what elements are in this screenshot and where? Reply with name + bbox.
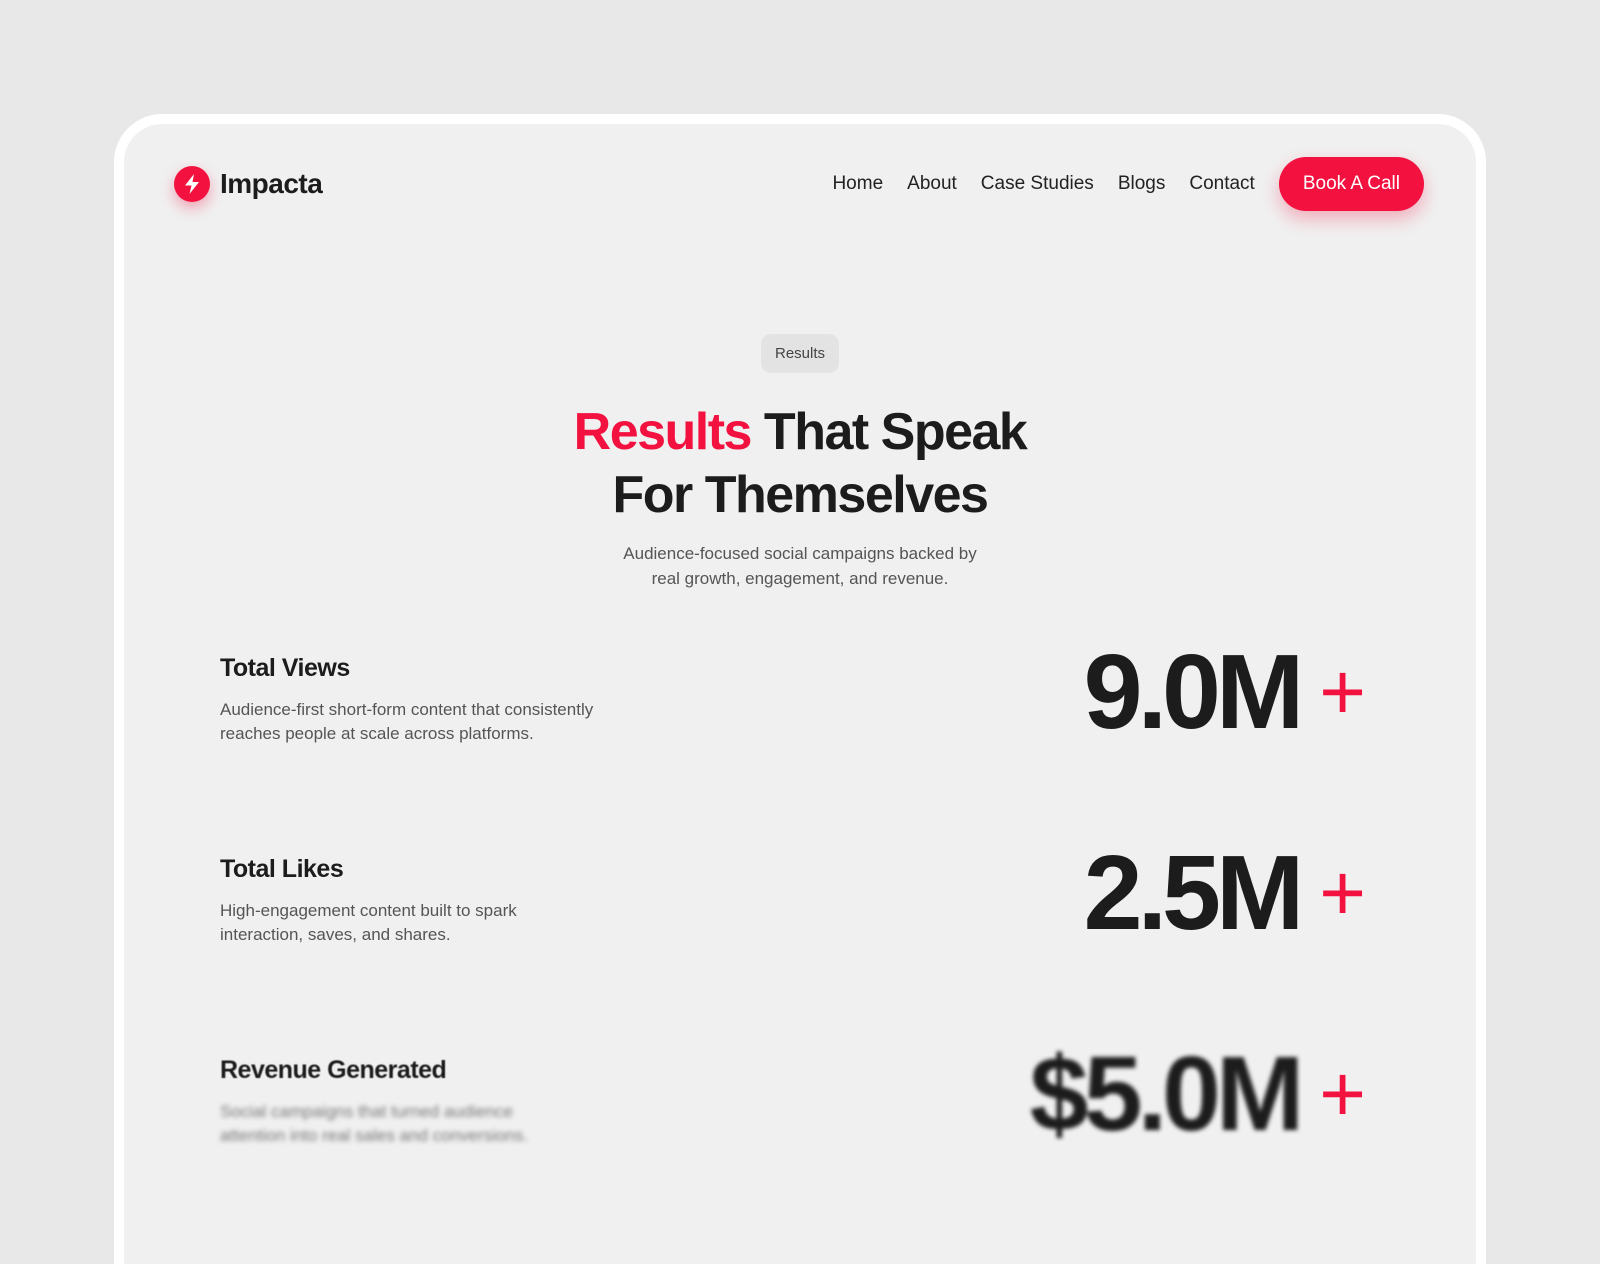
page-title: Results That Speak For Themselves bbox=[124, 401, 1476, 527]
stat-description: Audience-first short-form content that c… bbox=[220, 700, 594, 743]
nav-link-blogs[interactable]: Blogs bbox=[1118, 173, 1166, 195]
plus-icon: + bbox=[1319, 848, 1366, 937]
nav-links: Home About Case Studies Blogs Contact bbox=[832, 173, 1254, 195]
brand-logo[interactable]: Impacta bbox=[174, 166, 323, 202]
stat-title: Revenue Generated bbox=[220, 1056, 447, 1084]
bottom-fade bbox=[124, 1174, 1476, 1264]
stat-description: High-engagement content built to spark i… bbox=[220, 901, 517, 944]
stat-description: Social campaigns that turned audience at… bbox=[220, 1102, 529, 1145]
stat-value-group: 9.0M + bbox=[1084, 632, 1366, 752]
hero-subtext: Audience-focused social campaigns backed… bbox=[623, 544, 977, 588]
nav-right: Home About Case Studies Blogs Contact Bo… bbox=[832, 157, 1424, 211]
headline-line2: For Themselves bbox=[612, 466, 989, 524]
stat-value: 9.0M bbox=[1083, 633, 1305, 751]
top-nav: Impacta Home About Case Studies Blogs Co… bbox=[174, 154, 1424, 214]
stat-title: Total Likes bbox=[220, 855, 344, 883]
lightning-bolt-icon bbox=[174, 166, 210, 202]
stat-value-group: 2.5M + bbox=[1084, 833, 1366, 953]
stat-total-likes: Total Likes High-engagement content buil… bbox=[220, 834, 1366, 975]
stat-value-group: $5.0M + bbox=[1030, 1034, 1366, 1154]
hero-section: Results Results That Speak For Themselves… bbox=[124, 334, 1476, 591]
nav-link-home[interactable]: Home bbox=[832, 173, 883, 195]
brand-name: Impacta bbox=[220, 168, 323, 199]
section-badge: Results bbox=[760, 334, 840, 373]
stat-revenue-generated: Revenue Generated Social campaigns that … bbox=[220, 1035, 1366, 1176]
plus-icon: + bbox=[1319, 1049, 1366, 1138]
book-a-call-button[interactable]: Book A Call bbox=[1278, 157, 1424, 211]
browser-frame: Impacta Home About Case Studies Blogs Co… bbox=[114, 114, 1486, 1264]
nav-link-contact[interactable]: Contact bbox=[1189, 173, 1254, 195]
stat-value: $5.0M bbox=[1029, 1035, 1305, 1153]
plus-icon: + bbox=[1319, 647, 1366, 736]
nav-link-case-studies[interactable]: Case Studies bbox=[981, 173, 1094, 195]
stat-title: Total Views bbox=[220, 654, 350, 682]
headline-line1-rest: That Speak bbox=[750, 403, 1028, 461]
stat-total-views: Total Views Audience-first short-form co… bbox=[220, 633, 1366, 774]
nav-link-about[interactable]: About bbox=[907, 173, 957, 195]
stat-value: 2.5M bbox=[1083, 834, 1305, 952]
headline-accent: Results bbox=[573, 403, 753, 461]
